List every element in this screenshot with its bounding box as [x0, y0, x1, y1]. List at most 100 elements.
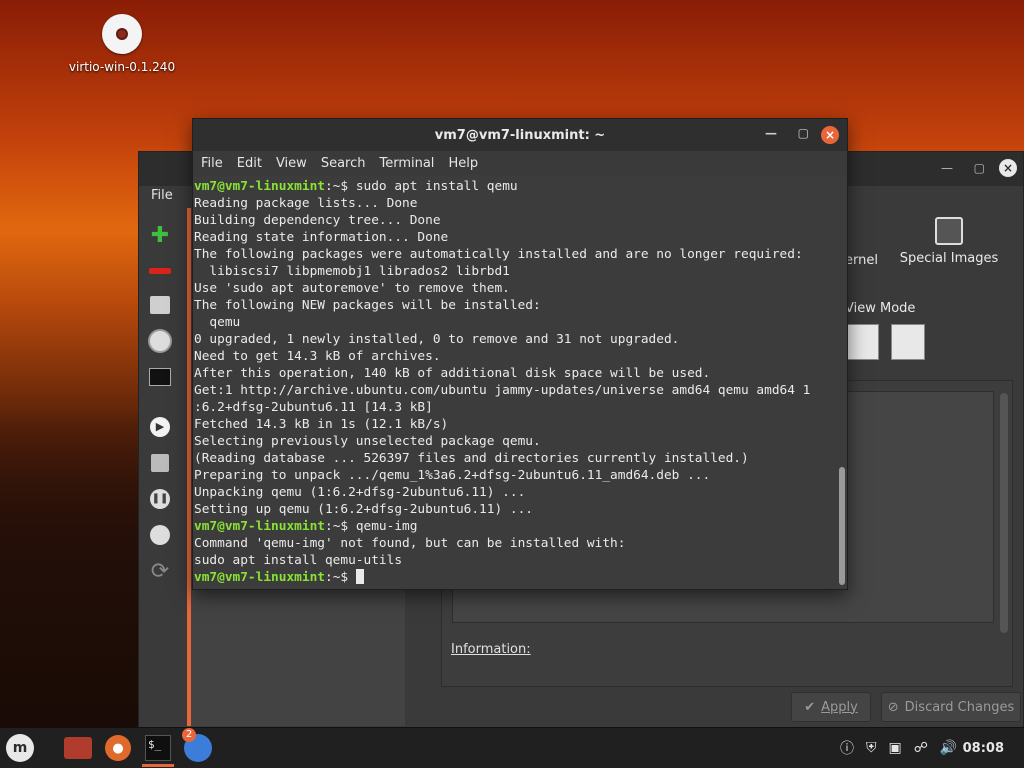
taskbar: m ● $_ 2 ⓘ ⛨ ▣ ☍ 🔊 08:08: [0, 727, 1024, 768]
minimize-icon[interactable]: —: [941, 161, 953, 175]
minimize-icon[interactable]: —: [765, 126, 777, 140]
kernel-label[interactable]: ernel: [845, 253, 878, 268]
mint-menu-icon[interactable]: m: [6, 734, 34, 762]
terminal-text: libiscsi7 libpmemobj1 librados2 librbd1: [194, 264, 510, 279]
disk-icon[interactable]: [147, 292, 173, 318]
maximize-icon[interactable]: ▢: [974, 161, 985, 175]
terminal-menu-help[interactable]: Help: [448, 156, 478, 171]
remove-icon[interactable]: [147, 258, 173, 284]
terminal-menu-edit[interactable]: Edit: [237, 156, 262, 171]
save-icon[interactable]: [147, 450, 173, 476]
files-icon[interactable]: [62, 732, 94, 764]
console-icon[interactable]: [147, 364, 173, 390]
terminal-titlebar[interactable]: vm7@vm7-linuxmint: ~ — ▢ ×: [193, 119, 847, 151]
toolbar-column: ✚ ▶ ❚❚ ⟳: [139, 208, 185, 668]
terminal-taskbar-icon[interactable]: $_: [142, 732, 174, 764]
special-images-button[interactable]: Special Images: [899, 217, 999, 266]
terminal-line: Command 'qemu-img' not found, but can be…: [194, 535, 836, 552]
terminal-scrollbar[interactable]: [839, 467, 845, 585]
apply-button[interactable]: ✔ Apply: [791, 692, 871, 722]
desktop-icon-virtio-win[interactable]: virtio-win-0.1.240: [64, 14, 180, 74]
terminal-text: Fetched 14.3 kB in 1s (12.1 kB/s): [194, 417, 449, 432]
terminal-line: After this operation, 140 kB of addition…: [194, 365, 836, 382]
terminal-prompt: vm7@vm7-linuxmint: [194, 570, 325, 585]
checkmark-icon: ✔: [804, 699, 816, 715]
pause-icon[interactable]: ❚❚: [147, 486, 173, 512]
terminal-line: Need to get 14.3 kB of archives.: [194, 348, 836, 365]
grid-view-icon[interactable]: [845, 324, 879, 360]
terminal-text: Get:1 http://archive.ubuntu.com/ubuntu j…: [194, 383, 811, 398]
refresh-icon[interactable]: ⟳: [147, 558, 173, 584]
terminal-menu-file[interactable]: File: [201, 156, 223, 171]
terminal-title: vm7@vm7-linuxmint: ~: [434, 127, 606, 143]
terminal-text: Building dependency tree... Done: [194, 213, 441, 228]
menu-file[interactable]: File: [151, 188, 173, 203]
active-indicator: [142, 764, 174, 767]
terminal-output[interactable]: vm7@vm7-linuxmint:~$ sudo apt install qe…: [193, 177, 837, 589]
terminal-line: 0 upgraded, 1 newly installed, 0 to remo…: [194, 331, 836, 348]
terminal-line: Fetched 14.3 kB in 1s (12.1 kB/s): [194, 416, 836, 433]
volume-icon[interactable]: 🔊: [940, 740, 957, 756]
shield-icon[interactable]: ⛨: [866, 740, 877, 756]
terminal-text: qemu: [194, 315, 241, 330]
vertical-scrollbar[interactable]: [1000, 393, 1008, 633]
terminal-text: After this operation, 140 kB of addition…: [194, 366, 711, 381]
terminal-line: Get:1 http://archive.ubuntu.com/ubuntu j…: [194, 382, 836, 399]
terminal-line: vm7@vm7-linuxmint:~$: [194, 569, 836, 586]
clipboard-icon[interactable]: ▣: [889, 740, 902, 756]
terminal-menu-terminal[interactable]: Terminal: [379, 156, 434, 171]
terminal-line: qemu: [194, 314, 836, 331]
maximize-icon[interactable]: ▢: [798, 126, 809, 140]
terminal-text: The following packages were automaticall…: [194, 247, 803, 262]
close-icon[interactable]: ×: [821, 126, 839, 144]
terminal-text: Setting up qemu (1:6.2+dfsg-2ubuntu6.11)…: [194, 502, 533, 517]
terminal-menu-view[interactable]: View: [276, 156, 307, 171]
clock-icon[interactable]: [147, 328, 173, 354]
terminal-text: :6.2+dfsg-2ubuntu6.11 [14.3 kB]: [194, 400, 433, 415]
play-icon[interactable]: ▶: [147, 414, 173, 440]
add-icon[interactable]: ✚: [147, 222, 173, 248]
terminal-line: (Reading database ... 526397 files and d…: [194, 450, 836, 467]
apply-label: Apply: [821, 699, 858, 715]
terminal-line: vm7@vm7-linuxmint:~$ qemu-img: [194, 518, 836, 535]
terminal-text: Selecting previously unselected package …: [194, 434, 541, 449]
terminal-text: Reading package lists... Done: [194, 196, 418, 211]
view-mode-label: View Mode: [845, 301, 916, 316]
terminal-window[interactable]: vm7@vm7-linuxmint: ~ — ▢ × File Edit View S…: [192, 118, 848, 590]
clock[interactable]: 08:08: [963, 728, 1004, 768]
stop-icon[interactable]: [147, 522, 173, 548]
terminal-prompt: vm7@vm7-linuxmint: [194, 179, 325, 194]
desktop-icon-label: virtio-win-0.1.240: [68, 60, 176, 74]
terminal-prompt-path: :~$: [324, 519, 356, 534]
terminal-line: sudo apt install qemu-utils: [194, 552, 836, 569]
information-label: Information:: [451, 642, 531, 657]
discard-label: Discard Changes: [904, 699, 1015, 715]
terminal-text: The following NEW packages will be insta…: [194, 298, 541, 313]
cancel-icon: ⊘: [887, 699, 899, 715]
terminal-text: sudo apt install qemu-utils: [194, 553, 403, 568]
terminal-text: Preparing to unpack .../qemu_1%3a6.2+dfs…: [194, 468, 711, 483]
terminal-text: Reading state information... Done: [194, 230, 449, 245]
network-icon[interactable]: ☍: [914, 740, 928, 756]
terminal-text: Command 'qemu-img' not found, but can be…: [194, 536, 626, 551]
action-bar: ✔ Apply ⊘ Discard Changes: [441, 692, 1021, 726]
terminal-line: Use 'sudo apt autoremove' to remove them…: [194, 280, 836, 297]
terminal-menubar: File Edit View Search Terminal Help: [193, 151, 847, 175]
list-view-icon[interactable]: [891, 324, 925, 360]
terminal-text: Need to get 14.3 kB of archives.: [194, 349, 441, 364]
firefox-icon[interactable]: ●: [102, 732, 134, 764]
terminal-prompt-path: :~$: [324, 179, 356, 194]
updates-icon[interactable]: ⓘ: [840, 738, 854, 758]
terminal-text: Unpacking qemu (1:6.2+dfsg-2ubuntu6.11) …: [194, 485, 526, 500]
discard-changes-button[interactable]: ⊘ Discard Changes: [881, 692, 1021, 722]
terminal-prompt: vm7@vm7-linuxmint: [194, 519, 325, 534]
terminal-line: The following NEW packages will be insta…: [194, 297, 836, 314]
terminal-text: sudo apt install qemu: [355, 179, 518, 194]
terminal-line: Setting up qemu (1:6.2+dfsg-2ubuntu6.11)…: [194, 501, 836, 518]
close-icon[interactable]: ×: [999, 159, 1017, 177]
terminal-menu-search[interactable]: Search: [321, 156, 366, 171]
terminal-line: Unpacking qemu (1:6.2+dfsg-2ubuntu6.11) …: [194, 484, 836, 501]
terminal-line: Building dependency tree... Done: [194, 212, 836, 229]
disc-icon: [102, 14, 142, 54]
chip-icon: [935, 217, 963, 245]
